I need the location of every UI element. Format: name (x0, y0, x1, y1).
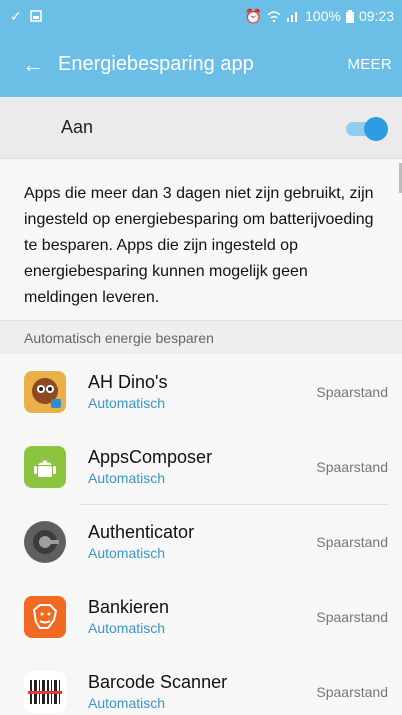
ah-dinos-icon (24, 370, 66, 413)
app-status: Automatisch (88, 619, 166, 636)
app-list: AH Dino's Automatisch Spaarstand AppsCom… (0, 354, 402, 715)
wifi-icon (267, 11, 281, 22)
android-icon (24, 445, 66, 488)
app-name: AppsComposer (88, 446, 213, 467)
app-mode: Spaarstand (316, 383, 388, 400)
master-toggle-row[interactable]: Aan (0, 97, 402, 159)
app-status: Automatisch (88, 694, 166, 711)
battery-percent: 100% (305, 8, 341, 24)
app-status: Automatisch (88, 469, 166, 486)
description: Apps die meer dan 3 dagen niet zijn gebr… (24, 185, 374, 306)
divider (80, 504, 388, 505)
list-item[interactable]: AppsComposer Automatisch Spaarstand (0, 429, 402, 504)
clock: 09:23 (358, 8, 394, 24)
description-text: Apps die meer dan 3 dagen niet zijn gebr… (0, 159, 402, 320)
app-name: Bankieren (88, 596, 170, 617)
app-bar: ← Energiebesparing app MEER (0, 32, 402, 97)
toggle-label: Aan (61, 117, 94, 137)
list-item[interactable]: Bankieren Automatisch Spaarstand (0, 579, 402, 654)
app-name: Authenticator (88, 521, 195, 542)
app-mode: Spaarstand (316, 458, 388, 475)
check-icon: ✓ (10, 7, 22, 24)
signal-icon (287, 12, 298, 22)
battery-icon (345, 9, 354, 23)
page-title: Energiebesparing app (58, 53, 254, 75)
app-mode: Spaarstand (316, 608, 388, 625)
list-item[interactable]: AH Dino's Automatisch Spaarstand (0, 354, 402, 429)
status-bar: ✓ ⏰ 100% 09:23 (0, 0, 402, 32)
app-mode: Spaarstand (316, 533, 388, 550)
barcode-icon (24, 670, 66, 713)
list-item[interactable]: Barcode Scanner Automatisch Spaarstand (0, 654, 402, 715)
app-mode: Spaarstand (316, 683, 388, 700)
alarm-icon: ⏰ (244, 7, 263, 24)
authenticator-icon (24, 520, 66, 563)
app-name: AH Dino's (88, 371, 168, 392)
section-header: Automatisch energie besparen (0, 320, 402, 354)
switch-knob (364, 116, 388, 141)
master-switch[interactable] (346, 116, 388, 141)
app-status: Automatisch (88, 394, 166, 411)
ing-lion-icon (24, 595, 66, 638)
list-item[interactable]: Authenticator Automatisch Spaarstand (0, 504, 402, 579)
gallery-icon (29, 10, 42, 22)
app-status: Automatisch (88, 544, 166, 561)
back-arrow-icon[interactable]: ← (22, 52, 58, 78)
more-button[interactable]: MEER (347, 56, 392, 73)
app-name: Barcode Scanner (88, 671, 228, 692)
